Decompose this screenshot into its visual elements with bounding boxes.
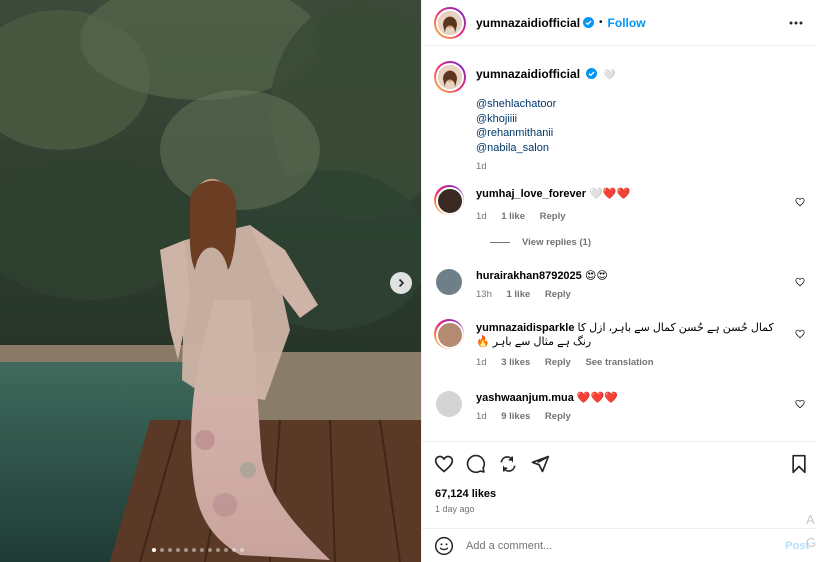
comment-age: 1d xyxy=(476,357,487,368)
more-icon[interactable] xyxy=(788,15,804,31)
heart-icon[interactable] xyxy=(434,454,454,474)
carousel-dot xyxy=(192,548,196,552)
carousel-dot xyxy=(232,548,236,552)
carousel-dot xyxy=(224,548,228,552)
comment-text: 😍😍 xyxy=(584,270,608,282)
post-date: 1 day ago xyxy=(435,504,475,514)
caption-username[interactable]: yumnazaidiofficial xyxy=(476,67,580,81)
comment-username[interactable]: yashwaanjum.mua xyxy=(476,392,574,404)
next-slide-button[interactable] xyxy=(390,272,412,294)
post-image xyxy=(0,0,421,562)
add-comment-bar: Post xyxy=(422,528,816,562)
post-caption: yumnazaidiofficial 🤍 @shehlachatoor @kho… xyxy=(434,61,804,181)
comment-age: 1d xyxy=(476,411,487,422)
mention-link[interactable]: @rehanmithanii xyxy=(476,126,796,141)
carousel-dot xyxy=(208,548,212,552)
heart-icon[interactable] xyxy=(795,329,805,339)
view-replies-button[interactable]: View replies (1) xyxy=(490,237,591,248)
carousel-dot xyxy=(216,548,220,552)
separator-dot: • xyxy=(599,17,603,28)
see-translation-button[interactable]: See translation xyxy=(585,357,653,368)
commenter-avatar[interactable] xyxy=(434,185,464,215)
chevron-right-icon xyxy=(398,278,405,288)
likes-count[interactable]: 67,124 likes xyxy=(435,488,496,500)
comment-age: 13h xyxy=(476,289,492,300)
comment-likes[interactable]: 3 likes xyxy=(501,357,530,368)
carousel-dot xyxy=(152,548,156,552)
commenter-avatar[interactable] xyxy=(436,391,462,417)
reply-button[interactable]: Reply xyxy=(545,357,571,368)
carousel-dot xyxy=(184,548,188,552)
comment-age: 1d xyxy=(476,211,487,222)
action-bar: 67,124 likes 1 day ago xyxy=(422,441,816,521)
verified-icon xyxy=(586,68,598,79)
comment-text: ❤️❤️❤️ xyxy=(576,392,618,404)
comment-username[interactable]: hurairakhan8792025 xyxy=(476,270,582,282)
carousel-dot xyxy=(176,548,180,552)
comment-icon[interactable] xyxy=(466,454,486,474)
comments-section[interactable]: yumnazaidiofficial 🤍 @shehlachatoor @kho… xyxy=(422,47,816,440)
mention-link[interactable]: @khojiiii xyxy=(476,112,796,127)
caption-emoji: 🤍 xyxy=(603,70,616,81)
comment-input[interactable] xyxy=(466,539,766,552)
overflow-letter: A xyxy=(806,512,815,527)
replies-divider xyxy=(490,242,510,243)
author-username[interactable]: yumnazaidiofficial xyxy=(476,16,580,30)
commenter-avatar[interactable] xyxy=(436,269,462,295)
overflow-letter: G xyxy=(806,535,816,550)
reply-button[interactable]: Reply xyxy=(540,211,566,222)
heart-icon[interactable] xyxy=(795,277,805,287)
share-icon[interactable] xyxy=(498,454,518,474)
view-replies-label: View replies (1) xyxy=(522,237,591,248)
comment-username[interactable]: yumhaj_love_forever xyxy=(476,188,586,200)
reply-button[interactable]: Reply xyxy=(545,289,571,300)
comment-username[interactable]: yumnazaidisparkle xyxy=(476,322,574,334)
comment-text: 🤍❤️❤️ xyxy=(589,188,631,200)
follow-button[interactable]: Follow xyxy=(608,16,646,30)
comment-item: yumhaj_love_forever 🤍❤️❤️ 1d 1 like Repl… xyxy=(434,185,809,251)
carousel-dots xyxy=(152,548,244,552)
verified-icon xyxy=(583,17,595,28)
bookmark-icon[interactable] xyxy=(789,454,809,474)
carousel-dot xyxy=(240,548,244,552)
mention-link[interactable]: @shehlachatoor xyxy=(476,97,796,112)
post-photo[interactable] xyxy=(0,0,421,562)
comment-item: hurairakhan8792025 😍😍 13h 1 like Reply xyxy=(434,267,809,303)
comment-likes[interactable]: 1 like xyxy=(501,211,525,222)
mention-link[interactable]: @nabila_salon xyxy=(476,141,796,156)
heart-icon[interactable] xyxy=(795,399,805,409)
author-avatar[interactable] xyxy=(434,6,466,39)
post-sidebar: yumnazaidiofficial • Follow yumnazaidiof… xyxy=(421,0,816,562)
send-icon[interactable] xyxy=(530,454,550,474)
commenter-avatar[interactable] xyxy=(434,319,464,349)
comment-likes[interactable]: 9 likes xyxy=(501,411,530,422)
comment-likes[interactable]: 1 like xyxy=(507,289,531,300)
reply-button[interactable]: Reply xyxy=(545,411,571,422)
post-header: yumnazaidiofficial • Follow xyxy=(422,0,816,46)
heart-icon[interactable] xyxy=(795,197,805,207)
avatar-image xyxy=(438,10,462,35)
comment-item: yashwaanjum.mua ❤️❤️❤️ 1d 9 likes Reply xyxy=(434,389,809,425)
avatar-image xyxy=(438,65,462,89)
caption-age: 1d xyxy=(476,161,487,172)
caption-avatar[interactable] xyxy=(434,61,466,93)
comment-item: yumnazaidisparkle کمال حُسن ہے حُسن کمال… xyxy=(434,319,809,369)
carousel-dot xyxy=(160,548,164,552)
emoji-icon[interactable] xyxy=(434,536,454,556)
carousel-dot xyxy=(168,548,172,552)
carousel-dot xyxy=(200,548,204,552)
